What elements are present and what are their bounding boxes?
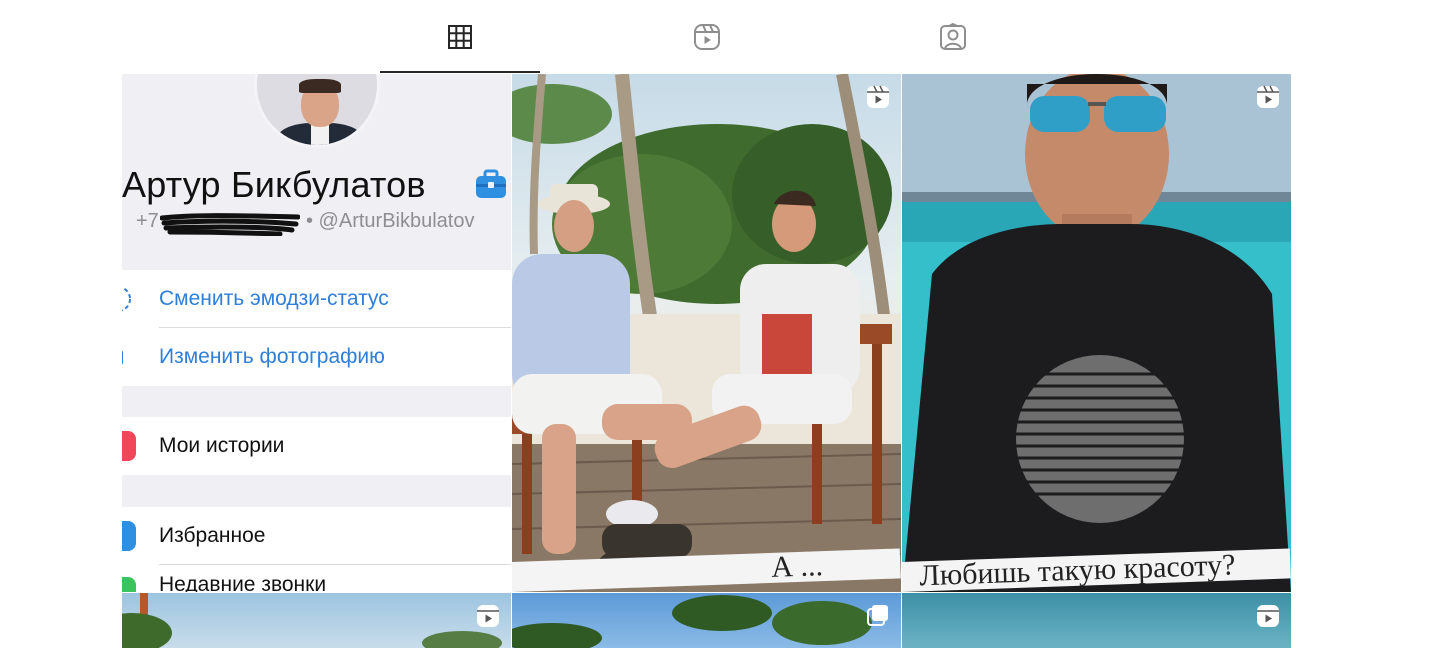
profile-handle: • @ArturBikbulatov <box>306 210 475 232</box>
settings-group-3: Избранное Недавние звонки <box>122 507 511 592</box>
reels-badge-icon <box>867 85 889 108</box>
my-stories-row[interactable]: Мои истории <box>122 417 511 475</box>
beach-interview-photo <box>512 74 901 592</box>
reels-badge-icon <box>1257 605 1279 627</box>
change-photo-row[interactable]: Изменить фотографию <box>122 328 511 386</box>
tab-reels[interactable] <box>667 0 747 73</box>
reels-badge-icon <box>477 605 499 627</box>
post-photo <box>122 593 502 648</box>
briefcase-icon <box>476 169 506 198</box>
reels-icon <box>694 23 720 50</box>
bookmark-icon <box>122 521 136 551</box>
saved-messages-row[interactable]: Избранное <box>122 507 511 565</box>
tagged-icon <box>940 22 966 50</box>
camera-icon <box>122 350 123 365</box>
post-tile-row2-2[interactable] <box>512 593 901 648</box>
profile-tabs <box>0 0 1445 73</box>
post-tile-sea-portrait[interactable]: Любишь такую красоту? <box>902 74 1291 592</box>
posts-grid: Артур Бикбулатов +7 • @ArturBikbulatov С… <box>122 74 1291 648</box>
sea-portrait-photo <box>902 74 1291 592</box>
grid-icon <box>448 24 472 49</box>
stories-icon <box>122 431 136 461</box>
carousel-badge-icon <box>867 605 888 626</box>
reels-badge-icon <box>1257 85 1279 108</box>
phone-prefix: +7 <box>136 210 159 232</box>
settings-group-1: Сменить эмодзи-статус Изменить фотографи… <box>122 270 511 386</box>
profile-name: Артур Бикбулатов <box>122 164 426 205</box>
phone-icon <box>122 577 136 592</box>
post-photo <box>512 595 872 648</box>
redaction-scribble <box>160 213 300 236</box>
avatar <box>254 74 380 148</box>
post-tile-beach-interview[interactable]: А ... <box>512 74 901 592</box>
recent-calls-row[interactable]: Недавние звонки <box>122 565 511 592</box>
post-tile-row2-1[interactable] <box>122 593 511 648</box>
settings-group-2: Мои истории <box>122 417 511 475</box>
tab-posts[interactable] <box>380 0 540 73</box>
tab-tagged[interactable] <box>913 0 993 73</box>
post-tile-row2-3[interactable] <box>902 593 1291 648</box>
emoji-status-icon <box>122 286 131 312</box>
post-tile-profile-screenshot[interactable]: Артур Бикбулатов +7 • @ArturBikbulatov С… <box>122 74 511 592</box>
change-emoji-status-row[interactable]: Сменить эмодзи-статус <box>122 270 511 328</box>
